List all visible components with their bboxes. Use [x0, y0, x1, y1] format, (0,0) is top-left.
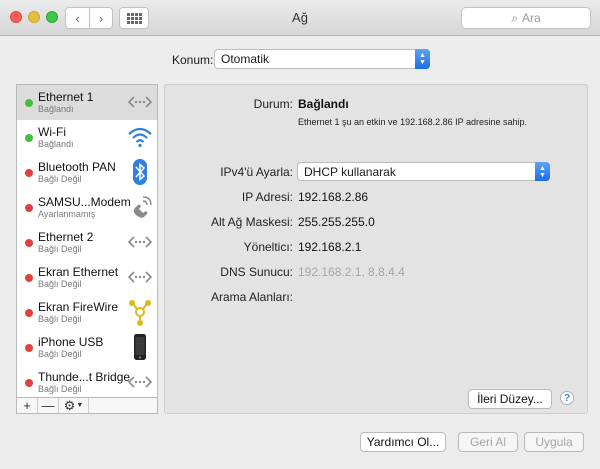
popup-arrows-icon: ▲ ▼: [535, 162, 550, 181]
ipv4-config-popup[interactable]: DHCP kullanarak ▲ ▼: [297, 162, 550, 181]
location-label: Konum:: [172, 53, 214, 67]
detail-panel: [164, 84, 588, 414]
service-status: Bağlı Değil: [38, 279, 82, 289]
service-status: Bağlandı: [38, 139, 74, 149]
service-item-ethernet-1[interactable]: Ethernet 1 Bağlandı: [17, 85, 157, 120]
location-value: Otomatik: [221, 52, 270, 66]
service-item-samsung-modem[interactable]: SAMSU...Modem Ayarlanmamış: [17, 190, 157, 225]
service-item-ethernet-2[interactable]: Ethernet 2 Bağlı Değil: [17, 225, 157, 260]
service-item-display-ethernet[interactable]: Ekran Ethernet Bağlı Değil: [17, 260, 157, 295]
status-dot: [25, 134, 33, 142]
ethernet-icon: [127, 96, 153, 108]
remove-service-button[interactable]: —: [38, 398, 59, 413]
service-status: Ayarlanmamış: [38, 209, 96, 219]
ethernet-icon: [127, 271, 153, 283]
service-name: Wi-Fi: [38, 125, 66, 139]
service-status: Bağlı Değil: [38, 244, 82, 254]
ethernet-icon: [127, 376, 153, 388]
ipv4-config-value: DHCP kullanarak: [304, 164, 396, 179]
firewire-icon: [129, 300, 151, 326]
wifi-icon: [128, 127, 152, 148]
service-name: Ethernet 1: [38, 90, 94, 104]
ip-address-label: IP Adresi:: [241, 190, 293, 204]
service-status: Bağlandı: [38, 104, 74, 114]
service-name: iPhone USB: [38, 335, 104, 349]
network-preferences-window: ‹ › Ağ ⌕ Ara Konum: Otomatik ▲ ▼ Ethernet…: [0, 0, 600, 469]
search-icon: ⌕: [511, 10, 519, 25]
iphone-icon: [134, 334, 146, 360]
status-dot: [25, 309, 33, 317]
chevron-down-icon: ▼: [76, 402, 84, 409]
apply-button[interactable]: Uygula: [524, 432, 584, 452]
service-item-iphone-usb[interactable]: iPhone USB Bağlı Değil: [17, 330, 157, 365]
status-dot: [25, 204, 33, 212]
assist-me-button[interactable]: Yardımcı Ol...: [360, 432, 446, 452]
service-status: Bağlı Değil: [38, 349, 82, 359]
action-menu-button[interactable]: ⚙ ▼: [59, 398, 89, 413]
help-button[interactable]: ?: [560, 391, 574, 405]
subnet-mask-value: 255.255.255.0: [298, 215, 375, 229]
modem-icon: [133, 196, 152, 218]
title-bar: ‹ › Ağ ⌕ Ara: [0, 0, 600, 36]
status-dot: [25, 99, 33, 107]
status-value: Bağlandı: [298, 97, 349, 111]
service-item-display-firewire[interactable]: Ekran FireWire Bağlı Değil: [17, 295, 157, 330]
service-list: Ethernet 1 Bağlandı Wi-Fi Bağlandı Bluet…: [16, 84, 158, 398]
status-label: Durum:: [253, 97, 293, 111]
service-status: Bağlı Değil: [38, 174, 82, 184]
service-name: Thunde...t Bridge: [38, 370, 131, 384]
service-name: Bluetooth PAN: [38, 160, 116, 174]
service-item-thunderbolt-bridge[interactable]: Thunde...t Bridge Bağlı Değil: [17, 365, 157, 397]
bluetooth-icon: [133, 159, 147, 185]
service-list-toolbar: + — ⚙ ▼: [16, 398, 158, 414]
dns-server-label: DNS Sunucu:: [220, 265, 293, 279]
add-service-button[interactable]: +: [17, 398, 38, 413]
router-label: Yönelticı:: [243, 240, 293, 254]
search-placeholder: Ara: [522, 11, 541, 25]
router-value: 192.168.2.1: [298, 240, 362, 254]
service-name: SAMSU...Modem: [38, 195, 131, 209]
ethernet-icon: [127, 236, 153, 248]
service-name: Ethernet 2: [38, 230, 94, 244]
ip-address-value: 192.168.2.86: [298, 190, 369, 204]
status-description: Ethernet 1 şu an etkin ve 192.168.2.86 I…: [298, 117, 527, 127]
search-domains-label: Arama Alanları:: [210, 290, 293, 304]
status-dot: [25, 239, 33, 247]
status-dot: [25, 169, 33, 177]
service-name: Ekran FireWire: [38, 300, 119, 314]
status-dot: [25, 344, 33, 352]
status-dot: [25, 274, 33, 282]
status-dot: [25, 379, 33, 387]
service-status: Bağlı Değil: [38, 314, 82, 324]
revert-button[interactable]: Geri Al: [458, 432, 518, 452]
service-item-bluetooth-pan[interactable]: Bluetooth PAN Bağlı Değil: [17, 155, 157, 190]
dns-server-value: 192.168.2.1, 8.8.4.4: [298, 265, 405, 279]
search-field[interactable]: ⌕ Ara: [461, 7, 591, 29]
subnet-mask-label: Alt Ağ Maskesi:: [210, 215, 293, 229]
ipv4-config-label: IPv4'ü Ayarla:: [220, 165, 293, 179]
popup-arrows-icon: ▲ ▼: [415, 49, 430, 69]
service-status: Bağlı Değil: [38, 384, 82, 394]
service-name: Ekran Ethernet: [38, 265, 119, 279]
location-popup[interactable]: Otomatik ▲ ▼: [214, 49, 430, 69]
service-item-wifi[interactable]: Wi-Fi Bağlandı: [17, 120, 157, 155]
advanced-button[interactable]: İleri Düzey...: [468, 389, 552, 409]
gear-icon: ⚙: [63, 397, 76, 413]
